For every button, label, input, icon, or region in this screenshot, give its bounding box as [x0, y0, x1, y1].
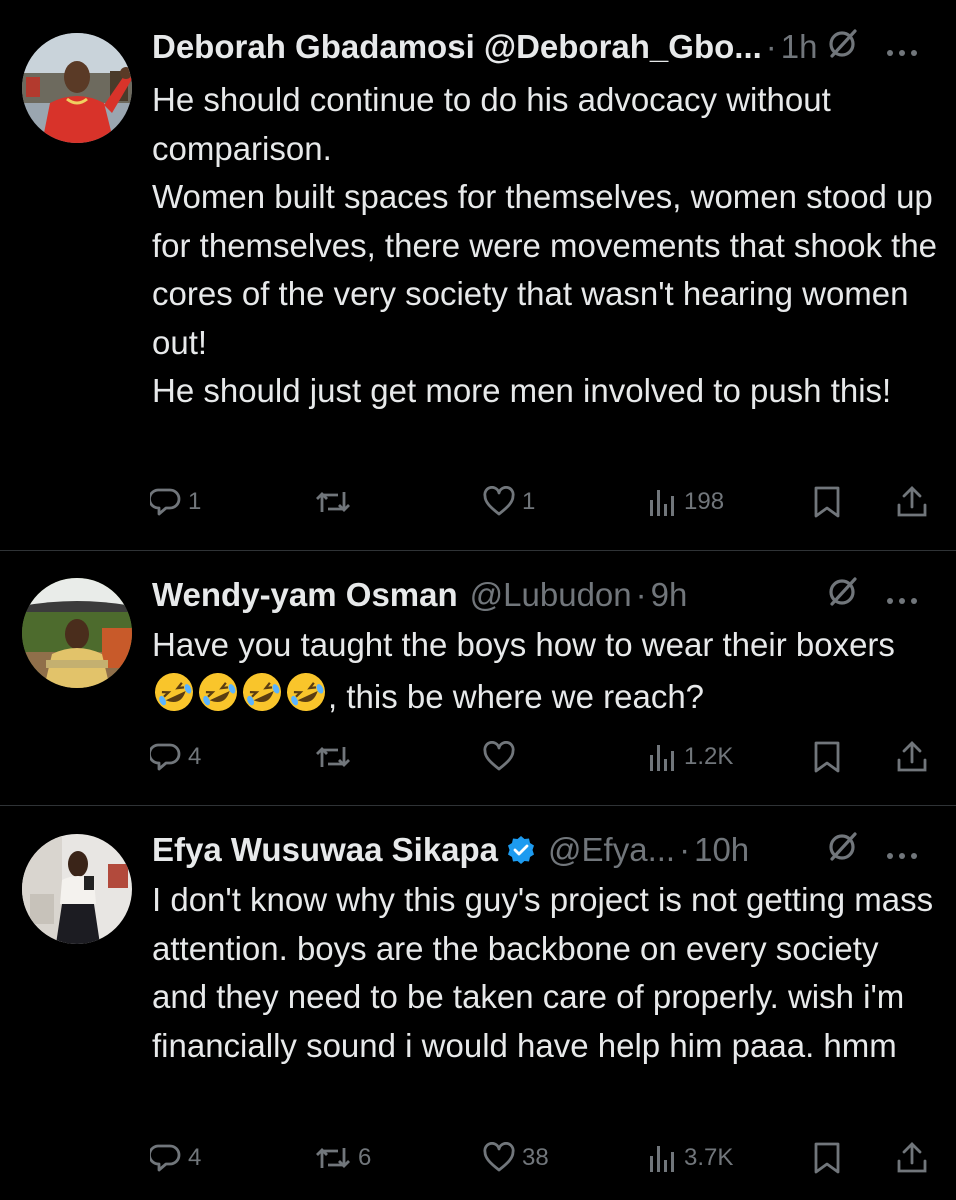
- more-icon[interactable]: [886, 576, 918, 614]
- display-name[interactable]: Efya Wusuwaa Sikapa: [152, 831, 498, 869]
- timestamp[interactable]: 9h: [651, 576, 688, 614]
- views-icon: [650, 745, 674, 771]
- reply-count: 4: [188, 1144, 202, 1171]
- views-button[interactable]: 1.2K: [648, 735, 733, 779]
- reply-icon: [150, 1144, 181, 1172]
- reply-icon: [150, 488, 181, 516]
- action-bar: 1 1 198: [0, 480, 956, 524]
- tweet-3[interactable]: Efya Wusuwaa Sikapa @Efya... · 10h I don…: [0, 806, 956, 1200]
- share-button[interactable]: [895, 735, 929, 779]
- username[interactable]: @Efya...: [548, 831, 675, 869]
- rolling-laughing-emoji: [243, 672, 281, 711]
- separator-dot: ·: [679, 831, 691, 868]
- reply-button[interactable]: 4: [150, 735, 201, 779]
- reply-button[interactable]: 1: [150, 480, 201, 524]
- retweet-button[interactable]: [314, 735, 358, 779]
- reply-count: 4: [188, 743, 202, 770]
- views-count: 1.2K: [684, 743, 734, 770]
- reply-count: 1: [188, 488, 202, 515]
- bookmark-button[interactable]: [812, 480, 842, 524]
- tweet-text-part: , this be where we reach?: [328, 677, 705, 715]
- share-button[interactable]: [895, 1136, 929, 1180]
- share-icon: [897, 1142, 927, 1173]
- tweet-text: I don't know why this guy's project is n…: [152, 876, 938, 1070]
- views-button[interactable]: 198: [648, 480, 724, 524]
- like-button[interactable]: [482, 735, 522, 779]
- timestamp[interactable]: 1h: [781, 28, 818, 66]
- tweet-paragraph: Women built spaces for themselves, women…: [152, 178, 938, 361]
- heart-icon: [483, 1142, 515, 1172]
- action-bar: 4 6 38 3.7K: [0, 1136, 956, 1180]
- tweet-header: Efya Wusuwaa Sikapa @Efya... · 10h: [152, 828, 936, 872]
- tweet-paragraph: Have you taught the boys how to wear the…: [152, 621, 938, 721]
- tweet-text-part: Have you taught the boys how to wear the…: [152, 626, 895, 663]
- heart-icon: [483, 486, 515, 516]
- views-icon: [650, 490, 674, 516]
- timestamp[interactable]: 10h: [694, 831, 749, 869]
- tweet-header: Deborah Gbadamosi @Deborah_Gbo... · 1h: [152, 25, 936, 69]
- like-button[interactable]: 38: [482, 1136, 549, 1180]
- rolling-laughing-emoji: [199, 672, 237, 711]
- tweet-header: Wendy-yam Osman @Lubudon · 9h: [152, 573, 936, 617]
- like-button[interactable]: 1: [482, 480, 535, 524]
- views-button[interactable]: 3.7K: [648, 1136, 733, 1180]
- tweet-text: Have you taught the boys how to wear the…: [152, 621, 938, 721]
- bookmark-icon: [814, 741, 840, 773]
- avatar[interactable]: [22, 834, 132, 944]
- grok-icon[interactable]: [826, 26, 860, 68]
- retweet-count: 6: [358, 1144, 372, 1171]
- verified-badge-icon: [506, 835, 536, 865]
- bookmark-button[interactable]: [812, 735, 842, 779]
- grok-icon[interactable]: [826, 574, 860, 616]
- tweet-paragraph: He should continue to do his advocacy wi…: [152, 81, 831, 167]
- display-name[interactable]: Deborah Gbadamosi @Deborah_Gbo...: [152, 28, 762, 66]
- bookmark-icon: [814, 1142, 840, 1174]
- reply-button[interactable]: 4: [150, 1136, 201, 1180]
- heart-icon: [483, 741, 515, 771]
- share-button[interactable]: [895, 480, 929, 524]
- username[interactable]: @Lubudon: [470, 576, 632, 614]
- views-count: 198: [684, 488, 725, 515]
- more-icon[interactable]: [886, 831, 918, 869]
- reply-icon: [150, 743, 181, 771]
- rolling-laughing-emoji: [155, 672, 193, 711]
- views-icon: [650, 1146, 674, 1172]
- retweet-button[interactable]: 6: [314, 1136, 371, 1180]
- separator-dot: ·: [765, 28, 777, 65]
- more-icon[interactable]: [886, 28, 918, 66]
- avatar[interactable]: [22, 578, 132, 688]
- rolling-laughing-emoji: [287, 672, 325, 711]
- tweet-2[interactable]: Wendy-yam Osman @Lubudon · 9h Have you t…: [0, 551, 956, 806]
- share-icon: [897, 741, 927, 772]
- tweet-paragraph: I don't know why this guy's project is n…: [152, 881, 934, 1064]
- like-count: 1: [522, 488, 536, 515]
- tweet-1[interactable]: Deborah Gbadamosi @Deborah_Gbo... · 1h H…: [0, 0, 956, 551]
- retweet-button[interactable]: [314, 480, 358, 524]
- tweet-paragraph: He should just get more men involved to …: [152, 372, 892, 409]
- tweet-text: He should continue to do his advocacy wi…: [152, 76, 938, 416]
- separator-dot: ·: [635, 576, 647, 613]
- avatar[interactable]: [22, 33, 132, 143]
- retweet-icon: [316, 1148, 350, 1168]
- share-icon: [897, 486, 927, 517]
- like-count: 38: [522, 1144, 549, 1171]
- retweet-icon: [316, 492, 350, 512]
- bookmark-icon: [814, 486, 840, 518]
- grok-icon[interactable]: [826, 829, 860, 871]
- retweet-icon: [316, 747, 350, 767]
- action-bar: 4 1.2K: [0, 735, 956, 779]
- bookmark-button[interactable]: [812, 1136, 842, 1180]
- display-name[interactable]: Wendy-yam Osman: [152, 576, 458, 614]
- views-count: 3.7K: [684, 1144, 734, 1171]
